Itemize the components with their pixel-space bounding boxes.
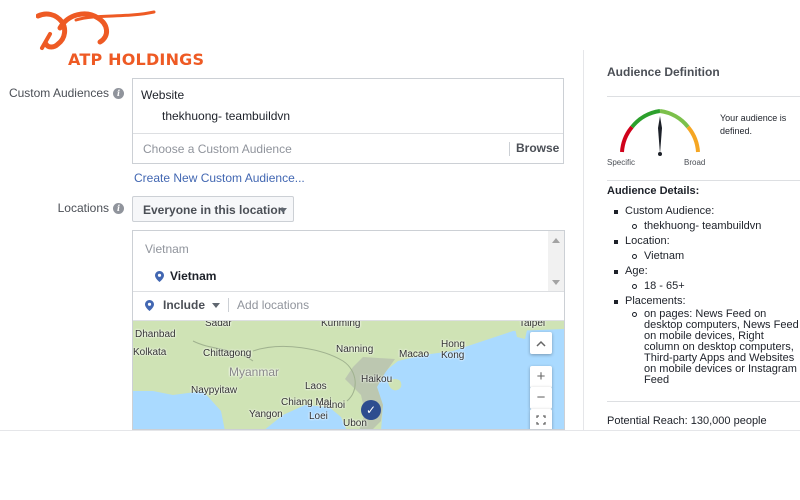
include-row: Include Add locations (145, 298, 309, 312)
detail-value: Vietnam (607, 249, 800, 264)
locations-label-text: Locations (57, 201, 109, 215)
map-label: Taipei (519, 321, 546, 329)
divider (607, 180, 800, 181)
zoom-out-button[interactable]: − (530, 387, 552, 409)
info-icon[interactable]: i (113, 202, 124, 214)
custom-audience-search-input[interactable]: Choose a Custom Audience (143, 142, 292, 156)
gauge-broad-label: Broad (684, 158, 706, 167)
browse-button[interactable]: Browse (516, 141, 559, 155)
zoom-in-button[interactable]: + (530, 366, 552, 388)
map-label: Myanmar (229, 365, 280, 379)
custom-audience-box: Website thekhuong- teambuildvn Choose a … (132, 78, 564, 164)
map-label: Chiang Mai (281, 397, 332, 408)
map-label: Naypyitaw (191, 385, 238, 396)
detail-item: Custom Audience: (607, 204, 800, 219)
scroll-up-icon[interactable] (552, 238, 560, 243)
selected-location-label: Vietnam (170, 269, 217, 283)
chevron-down-icon[interactable] (212, 302, 221, 308)
map-label: Kunming (321, 321, 361, 329)
map-label: Nanning (336, 344, 374, 355)
location-type-value: Everyone in this location (143, 203, 286, 217)
divider (607, 96, 800, 97)
detail-value: thekhuong- teambuildvn (607, 219, 800, 234)
selected-location[interactable]: Vietnam (155, 269, 216, 283)
detail-item: Location: (607, 234, 800, 249)
logo-text: ATP HOLDINGS (68, 50, 205, 69)
audience-definition-title: Audience Definition (607, 65, 720, 79)
logo-swoosh-icon (36, 10, 156, 50)
detail-value: on pages: News Feed on desktop computers… (607, 309, 800, 386)
map-pin-icon (155, 270, 164, 282)
divider (133, 133, 563, 134)
map-collapse-button[interactable] (530, 332, 552, 354)
chevron-down-icon (279, 208, 287, 213)
fullscreen-icon (536, 415, 546, 425)
location-group-label: Vietnam (145, 242, 189, 256)
divider (607, 401, 800, 402)
atp-holdings-logo: ATP HOLDINGS (36, 8, 206, 70)
map-label: Sadar (205, 321, 232, 329)
page-bottom-divider (0, 430, 800, 431)
panel-divider (583, 50, 584, 430)
location-list-box: Vietnam Vietnam Include Add locations Dh… (132, 230, 565, 430)
map-label: Kolkata (133, 347, 167, 358)
map-label: Ubon (343, 418, 367, 429)
detail-item: Placements: (607, 294, 800, 309)
map-label: Laos (305, 381, 327, 392)
location-marker-icon[interactable]: ✓ (361, 400, 381, 420)
divider (133, 291, 564, 292)
create-custom-audience-link[interactable]: Create New Custom Audience... (134, 171, 305, 185)
website-group-label: Website (141, 88, 185, 102)
map-pin-icon (145, 299, 154, 311)
info-icon[interactable]: i (113, 87, 124, 99)
location-type-dropdown[interactable]: Everyone in this location (132, 196, 294, 222)
fullscreen-button[interactable] (530, 409, 552, 429)
location-map[interactable]: Dhanbad Sadar Kunming Taipei Kolkata Chi… (133, 321, 564, 429)
custom-audiences-label-text: Custom Audiences (8, 86, 109, 100)
chevron-up-icon (536, 340, 546, 347)
scroll-down-icon[interactable] (552, 280, 560, 285)
custom-audiences-label: Custom Audiences i (9, 86, 124, 100)
divider (228, 298, 230, 312)
include-dropdown[interactable]: Include (163, 298, 205, 312)
map-label: Loei (309, 411, 328, 422)
map-label: Hong Kong (441, 339, 465, 361)
map-label: Chittagong (203, 348, 252, 359)
audience-details-title: Audience Details: (607, 185, 700, 197)
gauge-specific-label: Specific (607, 158, 636, 167)
audience-details-list: Custom Audience: thekhuong- teambuildvn … (607, 204, 800, 386)
audience-status-text: Your audience is defined. (720, 113, 787, 136)
add-locations-input[interactable]: Add locations (237, 298, 309, 312)
divider (509, 142, 510, 156)
map-land (133, 321, 564, 429)
map-label: Yangon (249, 409, 283, 420)
map-label: Dhanbad (135, 329, 176, 340)
detail-value: 18 - 65+ (607, 279, 800, 294)
selected-custom-audience[interactable]: thekhuong- teambuildvn (162, 109, 290, 123)
map-label: Macao (399, 349, 430, 360)
detail-item: Age: (607, 264, 800, 279)
locations-label: Locations i (58, 201, 124, 215)
potential-reach: Potential Reach: 130,000 people (607, 415, 767, 427)
map-label: Haikou (361, 374, 393, 385)
